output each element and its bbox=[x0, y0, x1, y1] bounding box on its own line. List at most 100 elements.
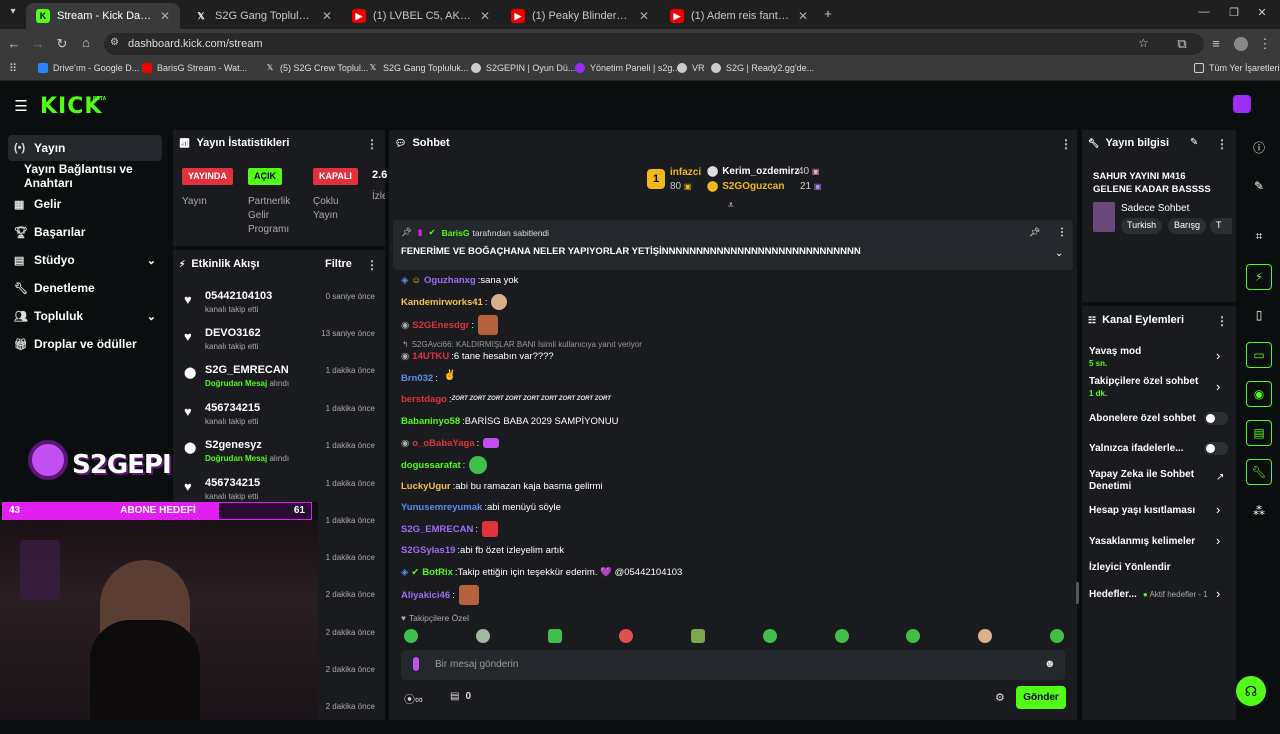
maximize-icon[interactable]: ❐ bbox=[1226, 6, 1242, 19]
site-info-icon[interactable]: ⚙ bbox=[110, 37, 119, 48]
subscribers-only-toggle[interactable] bbox=[1204, 412, 1228, 425]
wrench-tool-icon[interactable]: 🔧︎ bbox=[1246, 459, 1272, 485]
activity-menu-icon[interactable]: ⋮ bbox=[366, 258, 378, 272]
action-banned-words[interactable]: Yasaklanmış kelimeler bbox=[1089, 536, 1195, 548]
emote-quick[interactable] bbox=[691, 629, 705, 643]
emoji-picker-icon[interactable]: ☻ bbox=[1044, 658, 1056, 670]
tag-chip[interactable]: Turkish bbox=[1121, 218, 1163, 234]
tab-kick-dashboard[interactable]: K Stream - Kick Dashboard ✕ bbox=[26, 3, 180, 29]
reload-icon[interactable]: ↻ bbox=[54, 36, 70, 52]
bookmark-item[interactable]: 𝕏 (5) S2G Crew Toplul... bbox=[265, 63, 369, 73]
profile-avatar[interactable] bbox=[1234, 37, 1248, 51]
tab-youtube-2[interactable]: ▶ (1) Peaky Blinders: Ölümsüz Ad ✕ bbox=[501, 3, 659, 29]
emote-quick[interactable] bbox=[548, 629, 562, 643]
chevron-down-icon[interactable]: ⌄ bbox=[1055, 248, 1063, 259]
hamburger-menu-icon[interactable]: ☰ bbox=[13, 97, 29, 115]
emote-quick[interactable] bbox=[835, 629, 849, 643]
chevron-right-icon[interactable]: › bbox=[1216, 586, 1220, 601]
channel-actions-menu-icon[interactable]: ⋮ bbox=[1216, 314, 1228, 328]
nav-denetleme[interactable]: 🔧︎ Denetleme bbox=[8, 275, 162, 301]
action-subscribers-only[interactable]: Abonelere özel sohbet bbox=[1089, 413, 1196, 425]
chat-icon[interactable]: ▭ bbox=[1246, 342, 1272, 368]
extensions-icon[interactable]: ⧉ bbox=[1174, 36, 1190, 52]
forward-icon[interactable]: → bbox=[30, 36, 46, 51]
chevron-right-icon[interactable]: › bbox=[1216, 348, 1220, 363]
close-icon[interactable]: ✕ bbox=[798, 9, 808, 23]
close-icon[interactable]: ✕ bbox=[480, 9, 490, 23]
document-icon[interactable]: ▯ bbox=[1246, 302, 1272, 328]
emote-quick[interactable] bbox=[404, 629, 418, 643]
action-ai-moderation[interactable]: Yapay Zeka ile Sohbet Denetimi bbox=[1089, 469, 1199, 493]
minimize-icon[interactable]: — bbox=[1196, 6, 1212, 18]
action-goals[interactable]: Hedefler... ● Aktif hedefler - 1 bbox=[1089, 589, 1208, 601]
all-bookmarks[interactable]: Tüm Yer İşaretleri bbox=[1194, 63, 1280, 73]
bookmark-item[interactable]: Yönetim Paneli | s2g... bbox=[575, 63, 680, 73]
category-name[interactable]: Sadece Sohbet bbox=[1121, 203, 1189, 214]
tab-youtube-3[interactable]: ▶ (1) Adem reis fanta kutusuyla o ✕ bbox=[660, 3, 818, 29]
tag-chip[interactable]: T bbox=[1210, 218, 1232, 234]
user-avatar[interactable] bbox=[1233, 95, 1251, 113]
chat-settings-icon[interactable]: ⚙ bbox=[995, 691, 1005, 704]
media-icon[interactable]: ≡ bbox=[1208, 36, 1224, 51]
badge-selector-icon[interactable] bbox=[413, 657, 419, 671]
chevron-right-icon[interactable]: › bbox=[1216, 533, 1220, 548]
crop-icon[interactable]: ⌗ bbox=[1246, 223, 1272, 249]
apps-icon[interactable]: ⠿ bbox=[6, 62, 20, 75]
close-icon[interactable]: ✕ bbox=[322, 9, 332, 23]
nav-yayin[interactable]: (•) Yayın bbox=[8, 135, 162, 161]
kick-points-icon[interactable]: ⦿∞ bbox=[404, 691, 423, 707]
menu-icon[interactable]: ⋮ bbox=[1258, 36, 1272, 52]
leader-name[interactable]: infazci bbox=[670, 167, 701, 178]
unpin-icon[interactable]: 📌︎ bbox=[1029, 227, 1040, 238]
bookmark-item[interactable]: BarisG Stream - Wat... bbox=[142, 63, 247, 73]
emote-quick[interactable] bbox=[906, 629, 920, 643]
close-icon[interactable]: ✕ bbox=[639, 9, 649, 23]
lightning-icon[interactable]: ⚡︎ bbox=[1246, 264, 1272, 290]
leader-name[interactable]: ⬤ S2GOguzcan bbox=[707, 181, 784, 192]
chat-menu-icon[interactable]: ⋮ bbox=[1060, 137, 1072, 151]
chat-scrollbar[interactable] bbox=[1076, 582, 1079, 604]
emote-quick[interactable] bbox=[1050, 629, 1064, 643]
window-close-icon[interactable]: ✕ bbox=[1254, 6, 1270, 19]
tab-list-icon[interactable]: ▾ bbox=[6, 6, 20, 17]
chevron-right-icon[interactable]: › bbox=[1216, 379, 1220, 394]
close-icon[interactable]: ✕ bbox=[160, 9, 170, 23]
layout-icon[interactable]: ▤ bbox=[1246, 420, 1272, 446]
action-followers-only[interactable]: Takipçilere özel sohbet 1 dk. bbox=[1089, 376, 1198, 400]
broadcast-icon[interactable]: ◉ bbox=[1246, 381, 1272, 407]
stats-menu-icon[interactable]: ⋮ bbox=[366, 137, 378, 151]
chat-input[interactable]: Bir mesaj gönderin ☻ bbox=[401, 650, 1065, 680]
nav-studyo[interactable]: ▤ Stüdyo ⌄ bbox=[8, 247, 162, 273]
tab-youtube-1[interactable]: ▶ (1) LVBEL C5, AKDO - BEN ÜNL ✕ bbox=[342, 3, 500, 29]
nav-gelir[interactable]: ▦ Gelir bbox=[8, 191, 162, 217]
tab-x[interactable]: 𝕏 S2G Gang Topluluk / X ✕ bbox=[184, 3, 342, 29]
expand-leaderboard-icon[interactable]: ⩡ bbox=[728, 200, 734, 211]
emote-quick[interactable] bbox=[978, 629, 992, 643]
bookmark-item[interactable]: 𝕏 S2G Gang Topluluk... bbox=[368, 63, 469, 73]
tag-chip[interactable]: Barışg bbox=[1168, 218, 1207, 234]
bookmark-item[interactable]: S2G | Ready2.gg'de... bbox=[711, 63, 814, 73]
edit-pen-icon[interactable]: ✎ bbox=[1246, 173, 1272, 199]
edit-icon[interactable]: ✎ bbox=[1190, 137, 1198, 148]
nav-topluluk[interactable]: 👥︎ Topluluk ⌄ bbox=[8, 303, 162, 329]
send-button[interactable]: Gönder bbox=[1016, 686, 1066, 709]
bookmark-item[interactable]: VR bbox=[677, 63, 705, 73]
bookmark-item[interactable]: S2GEPIN | Oyun Dü... bbox=[471, 63, 575, 73]
emote-quick[interactable] bbox=[619, 629, 633, 643]
share-icon[interactable]: ⁂ bbox=[1246, 498, 1272, 524]
bookmark-item[interactable]: Drive'ım - Google D... bbox=[38, 63, 139, 73]
chevron-right-icon[interactable]: › bbox=[1216, 502, 1220, 517]
action-slow-mode[interactable]: Yavaş mod 5 sn. bbox=[1089, 346, 1141, 370]
nav-basarilar[interactable]: 🏆︎ Başarılar bbox=[8, 219, 162, 245]
action-raid[interactable]: İzleyici Yönlendir bbox=[1089, 562, 1171, 574]
new-tab-icon[interactable]: + bbox=[820, 6, 836, 21]
url-input[interactable]: ⚙ dashboard.kick.com/stream ☆ bbox=[104, 33, 1204, 55]
bookmark-star-icon[interactable]: ☆ bbox=[1138, 36, 1149, 50]
back-icon[interactable]: ← bbox=[6, 36, 22, 51]
action-emotes-only[interactable]: Yalnızca ifadelerle... bbox=[1089, 443, 1184, 455]
stream-info-menu-icon[interactable]: ⋮ bbox=[1216, 137, 1228, 151]
emote-quick[interactable] bbox=[763, 629, 777, 643]
support-headset-icon[interactable]: ☊ bbox=[1236, 676, 1266, 706]
nav-droplar[interactable]: 🎁︎ Droplar ve ödüller bbox=[8, 331, 162, 357]
home-icon[interactable]: ⌂ bbox=[78, 35, 94, 50]
